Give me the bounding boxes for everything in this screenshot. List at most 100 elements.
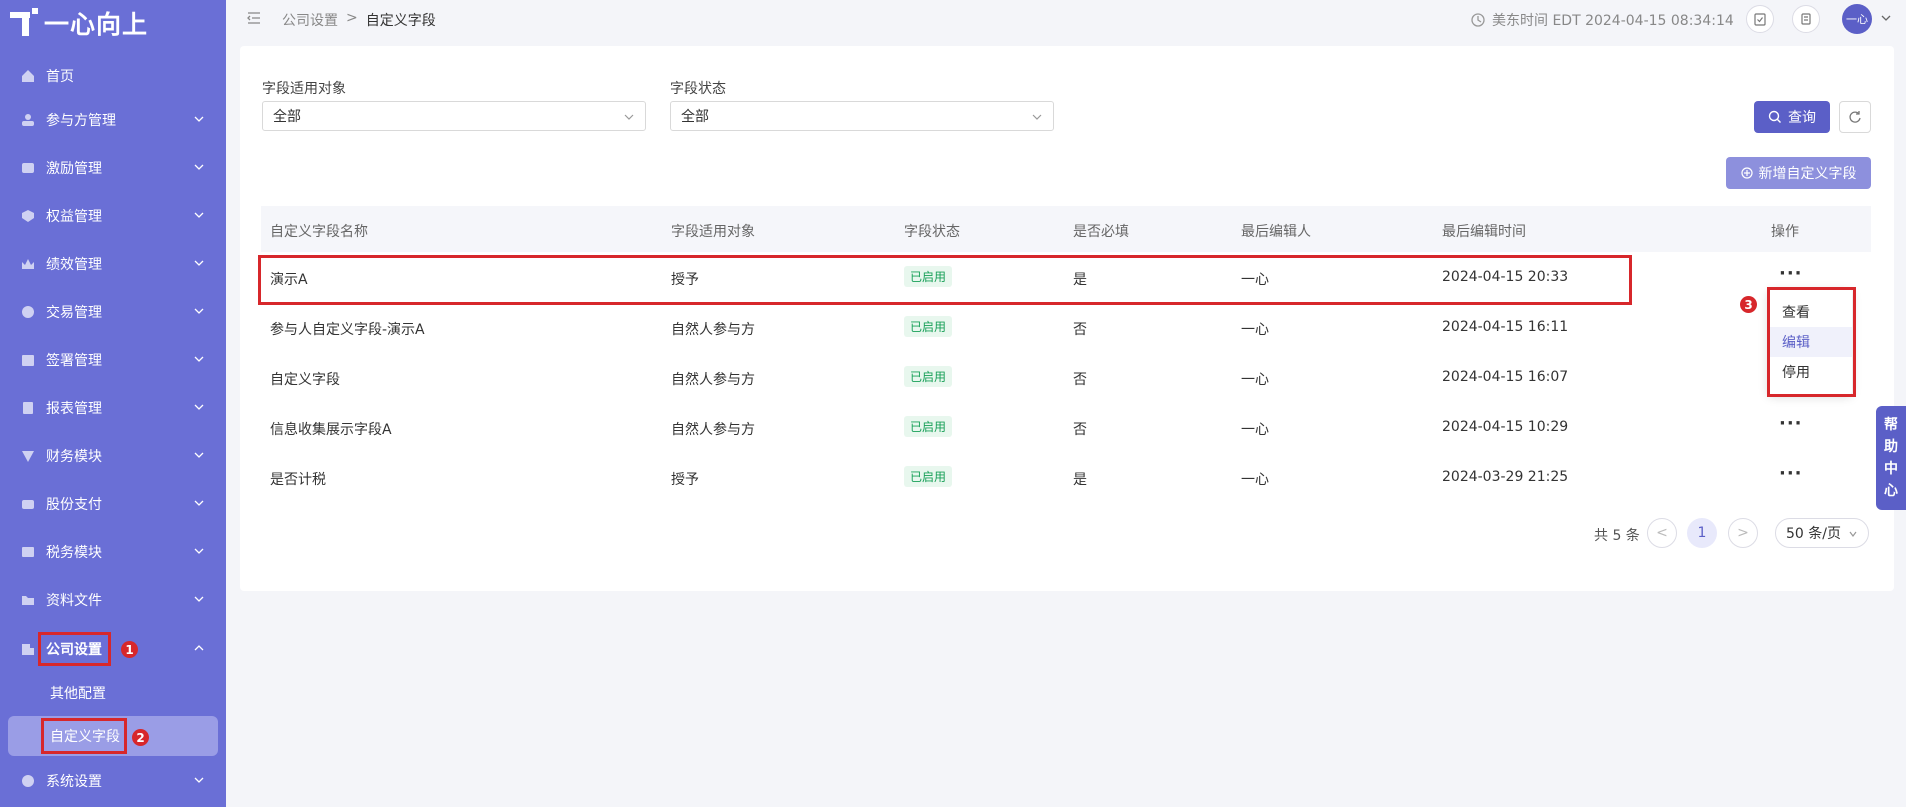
highlight-box-custom-fields bbox=[41, 718, 127, 754]
sidebar-item-performance[interactable]: 绩效管理 bbox=[0, 242, 226, 286]
field-status-label: 字段状态 bbox=[670, 81, 726, 97]
sidebar-item-sign[interactable]: 签署管理 bbox=[0, 338, 226, 382]
sidebar-item-label: 系统设置 bbox=[46, 774, 102, 790]
more-actions-button[interactable]: ··· bbox=[1779, 413, 1803, 434]
column-header-name: 自定义字段名称 bbox=[270, 224, 368, 240]
folder-icon bbox=[18, 590, 38, 610]
sidebar-item-label: 参与方管理 bbox=[46, 113, 116, 129]
pagination-prev-button[interactable]: < bbox=[1647, 518, 1677, 548]
cell-editor: 一心 bbox=[1241, 372, 1269, 388]
sidebar-item-system-settings[interactable]: 系统设置 bbox=[0, 759, 226, 803]
column-header-required: 是否必填 bbox=[1073, 224, 1129, 240]
trade-icon bbox=[18, 302, 38, 322]
callout-badge: 2 bbox=[132, 729, 149, 746]
chevron-down-icon[interactable] bbox=[1880, 12, 1892, 24]
sidebar-item-label: 签署管理 bbox=[46, 353, 102, 369]
app-logo[interactable]: 一心向上 bbox=[10, 5, 148, 41]
sign-icon bbox=[18, 350, 38, 370]
sidebar: 一心向上 首页 参与方管理 激励管理 权益管理 绩效管理 交易管理 签署管理 报… bbox=[0, 0, 226, 807]
cell-name: 自定义字段 bbox=[270, 372, 340, 388]
field-object-select[interactable]: 全部 bbox=[262, 101, 646, 131]
chevron-down-icon bbox=[1849, 531, 1857, 537]
help-center-button[interactable]: 帮 助 中 心 bbox=[1876, 406, 1906, 510]
cell-object: 授予 bbox=[671, 472, 699, 488]
sidebar-item-equity[interactable]: 权益管理 bbox=[0, 194, 226, 238]
column-header-object: 字段适用对象 bbox=[671, 224, 755, 240]
help-char: 中 bbox=[1884, 461, 1898, 477]
highlight-box-row bbox=[258, 255, 1632, 305]
cell-name: 参与人自定义字段-演示A bbox=[270, 322, 425, 338]
sidebar-item-share-payment[interactable]: 股份支付 bbox=[0, 482, 226, 526]
timezone-clock-text: 美东时间 EDT 2024-04-15 08:34:14 bbox=[1492, 13, 1734, 29]
breadcrumb-item-current: 自定义字段 bbox=[365, 13, 436, 29]
page-size-value: 50 条/页 bbox=[1786, 526, 1841, 542]
task-button[interactable] bbox=[1746, 5, 1774, 33]
cell-required: 否 bbox=[1073, 422, 1087, 438]
document-button[interactable] bbox=[1792, 5, 1820, 33]
clipboard-check-icon bbox=[1754, 13, 1766, 26]
page-size-select[interactable]: 50 条/页 bbox=[1775, 518, 1869, 548]
query-button-label: 查询 bbox=[1788, 110, 1816, 126]
cell-object: 自然人参与方 bbox=[671, 422, 755, 438]
more-actions-button[interactable]: ··· bbox=[1779, 463, 1803, 484]
column-header-time: 最后编辑时间 bbox=[1442, 224, 1526, 240]
equity-icon bbox=[18, 206, 38, 226]
help-char: 帮 bbox=[1884, 417, 1898, 433]
chevron-down-icon bbox=[194, 308, 204, 314]
sidebar-subitem-other-config[interactable]: 其他配置 bbox=[0, 673, 226, 713]
more-actions-button[interactable]: ··· bbox=[1779, 263, 1803, 284]
pagination-page-current[interactable]: 1 bbox=[1687, 518, 1717, 548]
sidebar-item-trade[interactable]: 交易管理 bbox=[0, 290, 226, 334]
share-payment-icon bbox=[18, 494, 38, 514]
sidebar-item-home[interactable]: 首页 bbox=[0, 54, 226, 98]
sidebar-item-participants[interactable]: 参与方管理 bbox=[0, 98, 226, 142]
field-status-select[interactable]: 全部 bbox=[670, 101, 1054, 131]
pagination-total: 共 5 条 bbox=[1594, 528, 1640, 544]
breadcrumb: 公司设置 > 自定义字段 bbox=[282, 10, 436, 30]
document-icon bbox=[1801, 13, 1811, 25]
add-custom-field-button[interactable]: 新增自定义字段 bbox=[1726, 157, 1871, 189]
sidebar-item-report[interactable]: 报表管理 bbox=[0, 386, 226, 430]
cell-required: 是 bbox=[1073, 472, 1087, 488]
cell-time: 2024-04-15 10:29 bbox=[1442, 419, 1569, 435]
status-badge: 已启用 bbox=[904, 316, 953, 337]
highlight-box-dropdown bbox=[1767, 287, 1856, 397]
logo-text: 一心向上 bbox=[44, 10, 149, 39]
chevron-down-icon bbox=[194, 116, 204, 122]
field-object-value: 全部 bbox=[273, 109, 301, 125]
cell-time: 2024-03-29 21:25 bbox=[1442, 469, 1569, 485]
help-char: 心 bbox=[1884, 483, 1898, 499]
sidebar-subitem-label: 其他配置 bbox=[50, 686, 106, 702]
highlight-box-company-settings bbox=[38, 632, 111, 666]
report-icon bbox=[18, 398, 38, 418]
breadcrumb-separator: > bbox=[346, 10, 358, 26]
sidebar-item-incentive[interactable]: 激励管理 bbox=[0, 146, 226, 190]
chevron-down-icon bbox=[194, 596, 204, 602]
cell-editor: 一心 bbox=[1241, 322, 1269, 338]
breadcrumb-item-company-settings[interactable]: 公司设置 bbox=[282, 10, 338, 30]
column-header-actions: 操作 bbox=[1771, 224, 1799, 240]
tax-icon bbox=[18, 542, 38, 562]
chevron-down-icon bbox=[194, 164, 204, 170]
table-row: 自定义字段 自然人参与方 已启用 否 一心 2024-04-15 16:07 bbox=[261, 353, 1871, 403]
sidebar-item-tax[interactable]: 税务模块 bbox=[0, 530, 226, 574]
cell-editor: 一心 bbox=[1241, 422, 1269, 438]
reset-button[interactable] bbox=[1839, 101, 1871, 133]
sidebar-item-label: 资料文件 bbox=[46, 593, 102, 609]
sidebar-item-finance[interactable]: 财务模块 bbox=[0, 434, 226, 478]
pagination-next-button[interactable]: > bbox=[1728, 518, 1758, 548]
logo-icon bbox=[10, 8, 38, 36]
cell-editor: 一心 bbox=[1241, 472, 1269, 488]
home-icon bbox=[18, 66, 38, 86]
collapse-menu-icon[interactable] bbox=[246, 10, 262, 26]
search-icon bbox=[1768, 110, 1781, 123]
sidebar-item-files[interactable]: 资料文件 bbox=[0, 578, 226, 622]
table-header: 自定义字段名称 字段适用对象 字段状态 是否必填 最后编辑人 最后编辑时间 操作 bbox=[261, 206, 1871, 252]
column-header-status: 字段状态 bbox=[904, 224, 960, 240]
avatar[interactable]: 一心 bbox=[1842, 4, 1872, 34]
query-button[interactable]: 查询 bbox=[1754, 101, 1830, 133]
cell-time: 2024-04-15 16:11 bbox=[1442, 319, 1569, 335]
performance-icon bbox=[18, 254, 38, 274]
cell-object: 自然人参与方 bbox=[671, 322, 755, 338]
sidebar-item-company-settings[interactable]: 公司设置 bbox=[0, 627, 226, 671]
